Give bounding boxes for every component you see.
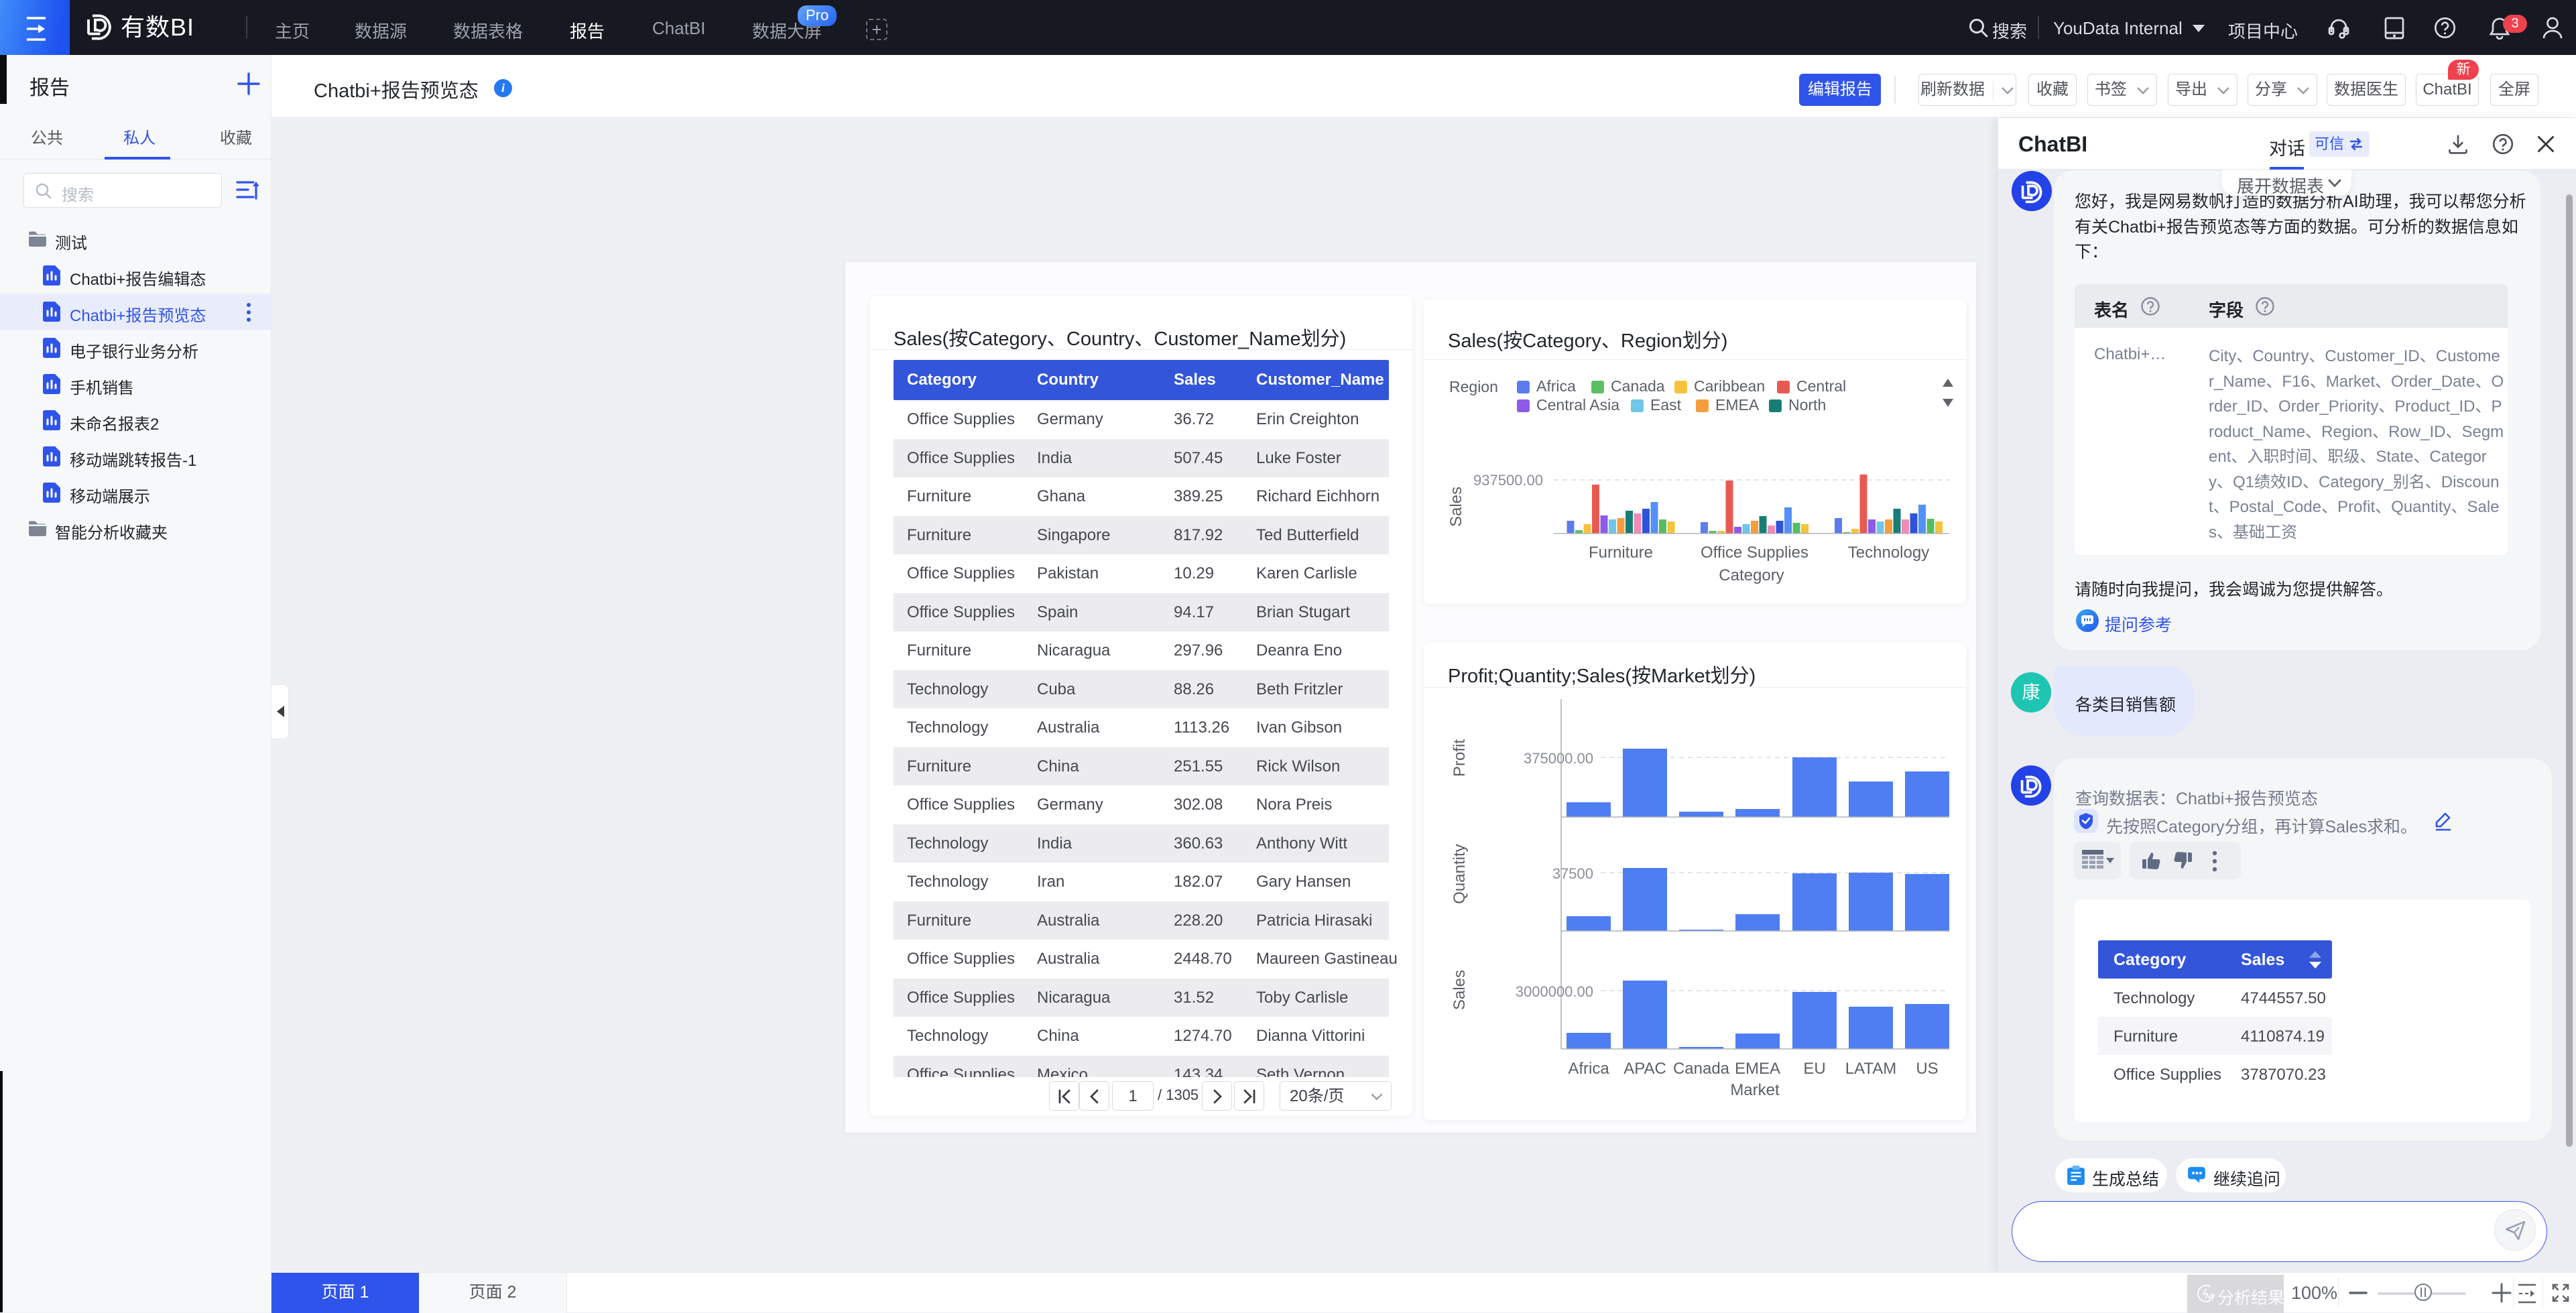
svg-text:East: East — [1650, 396, 1682, 414]
svg-text:Market: Market — [1730, 1081, 1780, 1099]
svg-text:Canada: Canada — [1611, 377, 1665, 395]
svg-text:Furniture: Furniture — [1589, 544, 1653, 562]
svg-text:Africa: Africa — [1536, 377, 1576, 395]
svg-text:37500: 37500 — [1552, 865, 1593, 882]
svg-text:3000000.00: 3000000.00 — [1516, 983, 1593, 1000]
svg-text:Sales: Sales — [1447, 487, 1465, 527]
svg-text:LATAM: LATAM — [1845, 1060, 1896, 1078]
svg-text:Central: Central — [1796, 377, 1846, 395]
svg-text:APAC: APAC — [1623, 1060, 1666, 1078]
svg-text:Quantity: Quantity — [1451, 844, 1469, 903]
svg-text:Caribbean: Caribbean — [1694, 377, 1765, 395]
svg-text:Category: Category — [1719, 566, 1784, 584]
svg-text:EMEA: EMEA — [1715, 396, 1760, 414]
svg-text:375000.00: 375000.00 — [1524, 750, 1593, 767]
svg-text:Canada: Canada — [1673, 1060, 1730, 1078]
svg-text:Sales: Sales — [1451, 970, 1469, 1010]
svg-text:Profit: Profit — [1451, 739, 1469, 777]
svg-text:EU: EU — [1803, 1060, 1825, 1078]
svg-text:Office Supplies: Office Supplies — [1701, 544, 1808, 562]
svg-text:Region: Region — [1449, 378, 1498, 395]
svg-text:Technology: Technology — [1848, 544, 1929, 562]
svg-text:937500.00: 937500.00 — [1473, 472, 1543, 489]
svg-text:Africa: Africa — [1568, 1060, 1609, 1078]
svg-text:North: North — [1788, 396, 1826, 414]
svg-text:US: US — [1916, 1060, 1938, 1078]
svg-text:EMEA: EMEA — [1735, 1060, 1780, 1078]
svg-text:Central Asia: Central Asia — [1536, 396, 1619, 414]
